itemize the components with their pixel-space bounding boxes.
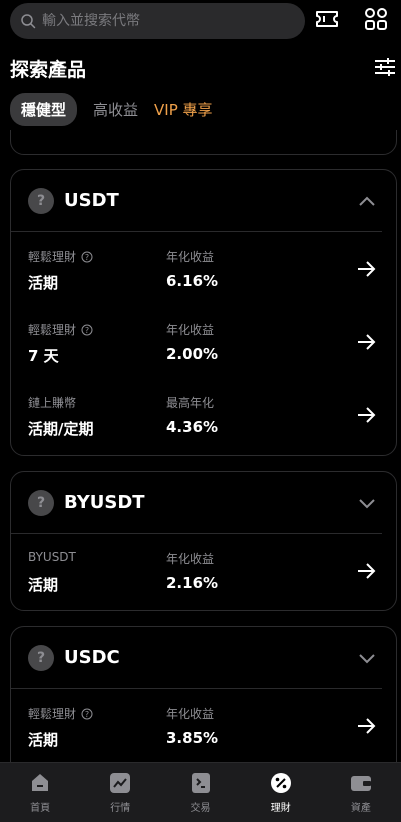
trade-icon: [191, 773, 210, 793]
nav-label: 交易: [190, 803, 211, 814]
coin-name: USDT: [64, 190, 119, 211]
coin-icon: ?: [28, 187, 54, 214]
nav-label: 首頁: [30, 803, 51, 814]
product-label: 輕鬆理財: [28, 323, 77, 337]
product-term: 活期: [28, 731, 59, 749]
yield-value: 2.16%: [166, 574, 219, 592]
filter-icon[interactable]: [373, 55, 397, 79]
category-tabs: 穩健型 高收益 VIP 專享: [10, 93, 229, 126]
page-title: 探索產品: [10, 59, 87, 81]
product-label-wrap: 輕鬆理財?: [28, 705, 93, 722]
tab-high-yield[interactable]: 高收益: [93, 99, 138, 120]
product-label: BYUSDT: [28, 550, 76, 564]
nav-assets[interactable]: 資產: [321, 763, 401, 822]
coin-icon: ?: [28, 644, 54, 671]
coin-name: BYUSDT: [64, 492, 145, 513]
search-icon: [21, 14, 36, 29]
product-row[interactable]: 輕鬆理財? 7 天 年化收益 2.00%: [11, 305, 396, 378]
product-term: 7 天: [28, 347, 59, 365]
nav-trade[interactable]: 交易: [160, 763, 240, 822]
nav-label: 理財: [270, 803, 291, 814]
product-label: 鏈上賺幣: [28, 396, 77, 410]
product-row[interactable]: 輕鬆理財? 活期 年化收益 3.85%: [11, 689, 396, 762]
ticket-icon[interactable]: [314, 6, 340, 32]
help-icon[interactable]: ?: [81, 251, 93, 263]
yield-value: 4.36%: [166, 418, 219, 436]
search-bar[interactable]: [10, 3, 305, 39]
yield-value: 3.85%: [166, 729, 219, 747]
arrow-right-icon[interactable]: [356, 332, 376, 352]
product-row[interactable]: BYUSDT 活期 年化收益 2.16%: [11, 534, 396, 607]
product-term: 活期/定期: [28, 420, 94, 438]
help-icon[interactable]: ?: [81, 324, 93, 336]
home-icon: [32, 774, 49, 791]
chevron-down-icon[interactable]: [358, 496, 376, 510]
product-label-wrap: 輕鬆理財?: [28, 248, 93, 265]
chevron-down-icon[interactable]: [358, 651, 376, 665]
product-card-usdt: ? USDT 輕鬆理財? 活期 年化收益 6.16% 輕鬆理財? 7 天 年化收…: [10, 169, 397, 456]
chevron-up-icon[interactable]: [358, 194, 376, 208]
arrow-right-icon[interactable]: [356, 405, 376, 425]
card-header[interactable]: ? USDC: [11, 627, 382, 689]
arrow-right-icon[interactable]: [356, 259, 376, 279]
nav-market[interactable]: 行情: [80, 763, 160, 822]
product-row[interactable]: 鏈上賺幣 活期/定期 最高年化 4.36%: [11, 378, 396, 451]
product-row[interactable]: 輕鬆理財? 活期 年化收益 6.16%: [11, 232, 396, 305]
earn-icon: [270, 773, 291, 793]
card-header[interactable]: ? USDT: [11, 170, 382, 232]
yield-label: 年化收益: [166, 552, 215, 566]
arrow-right-icon[interactable]: [356, 716, 376, 736]
coin-name: USDC: [64, 647, 120, 668]
product-term: 活期: [28, 274, 59, 292]
nav-label: 行情: [110, 803, 131, 814]
product-card-byusdt: ? BYUSDT BYUSDT 活期 年化收益 2.16%: [10, 471, 397, 611]
tab-vip[interactable]: VIP 專享: [154, 99, 213, 120]
svg-text:?: ?: [85, 253, 89, 262]
product-card-usdc: ? USDC 輕鬆理財? 活期 年化收益 3.85%: [10, 626, 397, 762]
arrow-right-icon[interactable]: [356, 561, 376, 581]
product-label: 輕鬆理財: [28, 707, 77, 721]
product-term: 活期: [28, 576, 59, 594]
nav-home[interactable]: 首頁: [0, 763, 80, 822]
nav-label: 資產: [350, 803, 371, 814]
nav-earn[interactable]: 理財: [241, 763, 321, 822]
svg-text:?: ?: [85, 326, 89, 335]
previous-card: [10, 130, 397, 155]
product-list[interactable]: ? USDT 輕鬆理財? 活期 年化收益 6.16% 輕鬆理財? 7 天 年化收…: [0, 130, 401, 762]
yield-label: 年化收益: [166, 250, 215, 264]
product-label-wrap: 輕鬆理財?: [28, 321, 93, 338]
card-header[interactable]: ? BYUSDT: [11, 472, 382, 534]
bottom-nav: 首頁 行情 交易 理財 資產: [0, 762, 401, 822]
product-label: 輕鬆理財: [28, 250, 77, 264]
yield-label: 最高年化: [166, 396, 215, 410]
yield-label: 年化收益: [166, 323, 215, 337]
yield-value: 6.16%: [166, 272, 219, 290]
help-icon[interactable]: ?: [81, 708, 93, 720]
search-input[interactable]: [42, 13, 282, 29]
wallet-icon: [350, 776, 371, 791]
chart-icon: [110, 773, 131, 793]
yield-label: 年化收益: [166, 707, 215, 721]
svg-text:?: ?: [85, 710, 89, 719]
yield-value: 2.00%: [166, 345, 219, 363]
apps-grid-icon[interactable]: [363, 6, 389, 32]
tab-stable[interactable]: 穩健型: [10, 93, 78, 126]
coin-icon: ?: [28, 489, 54, 516]
